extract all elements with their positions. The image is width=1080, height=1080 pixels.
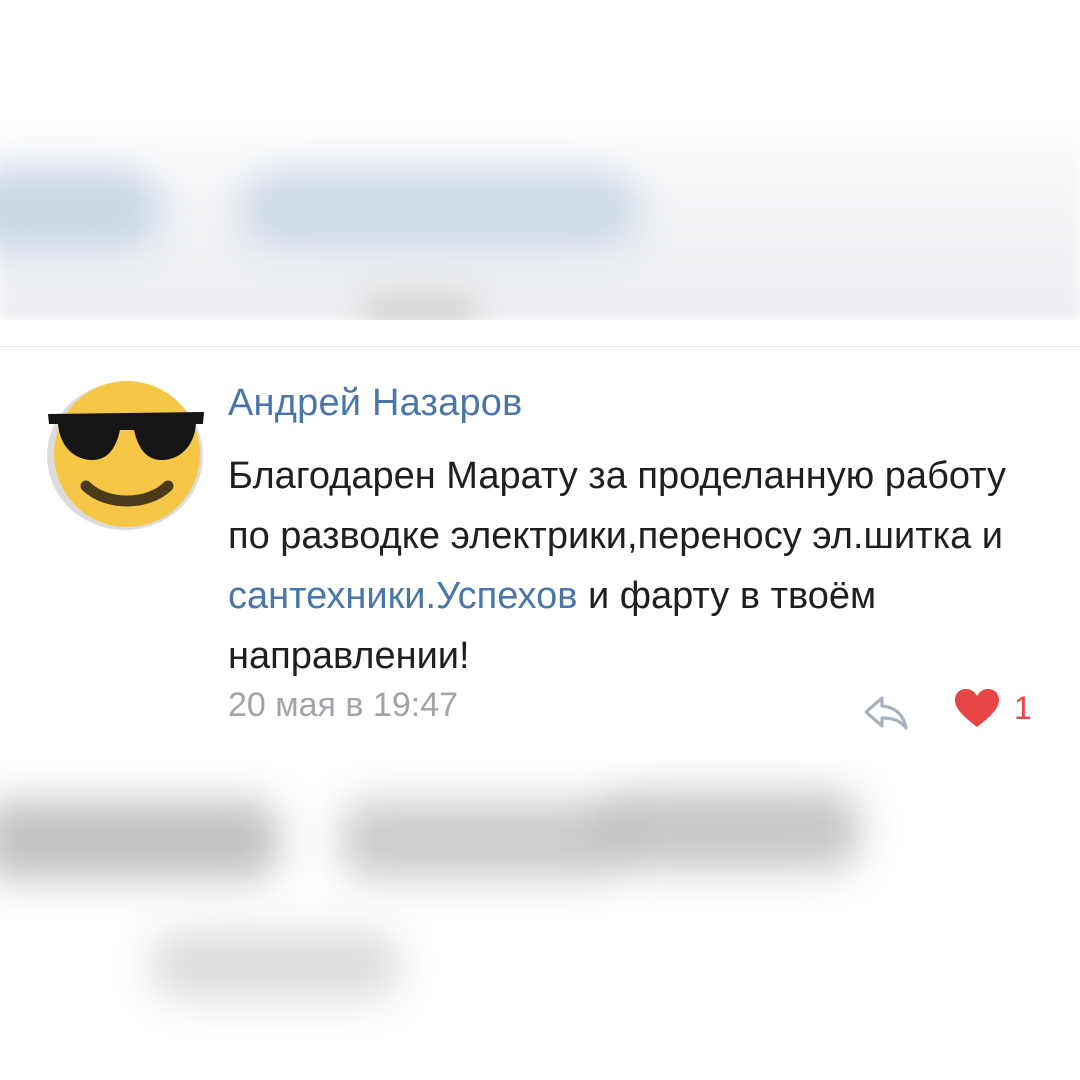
blurred-previous-content — [0, 0, 1080, 320]
like-button[interactable]: 1 — [954, 688, 1032, 728]
sunglasses-emoji-icon — [47, 381, 204, 530]
hashtag-link[interactable]: сантехники.Успехов — [228, 575, 577, 617]
screenshot-page: Андрей Назаров Благодарен Марату за прод… — [0, 0, 1080, 1080]
comment-card: Андрей Назаров Благодарен Марату за прод… — [0, 320, 1080, 760]
reply-icon — [864, 696, 908, 730]
divider — [0, 346, 1080, 347]
blurred-next-content — [0, 760, 1080, 1080]
heart-icon — [955, 689, 999, 727]
comment-text-part: Благодарен Марату за проделанную работу … — [228, 455, 1006, 557]
reply-button[interactable] — [862, 694, 910, 732]
avatar[interactable] — [46, 378, 204, 530]
comment-text: Благодарен Марату за проделанную работу … — [228, 446, 1048, 686]
like-count: 1 — [1014, 689, 1032, 726]
comment-timestamp[interactable]: 20 мая в 19:47 — [228, 686, 458, 725]
author-name[interactable]: Андрей Назаров — [228, 382, 523, 425]
